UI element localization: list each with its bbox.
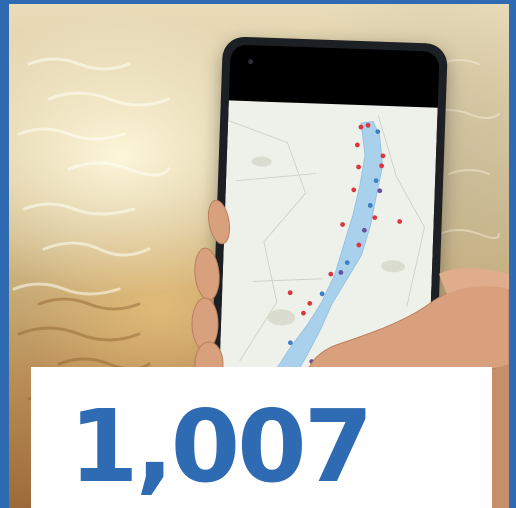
camera-icon [248, 59, 254, 65]
stat-card: 1,007 [31, 367, 492, 508]
content-frame: 1,007 [0, 0, 516, 508]
stat-value: 1,007 [69, 388, 373, 505]
